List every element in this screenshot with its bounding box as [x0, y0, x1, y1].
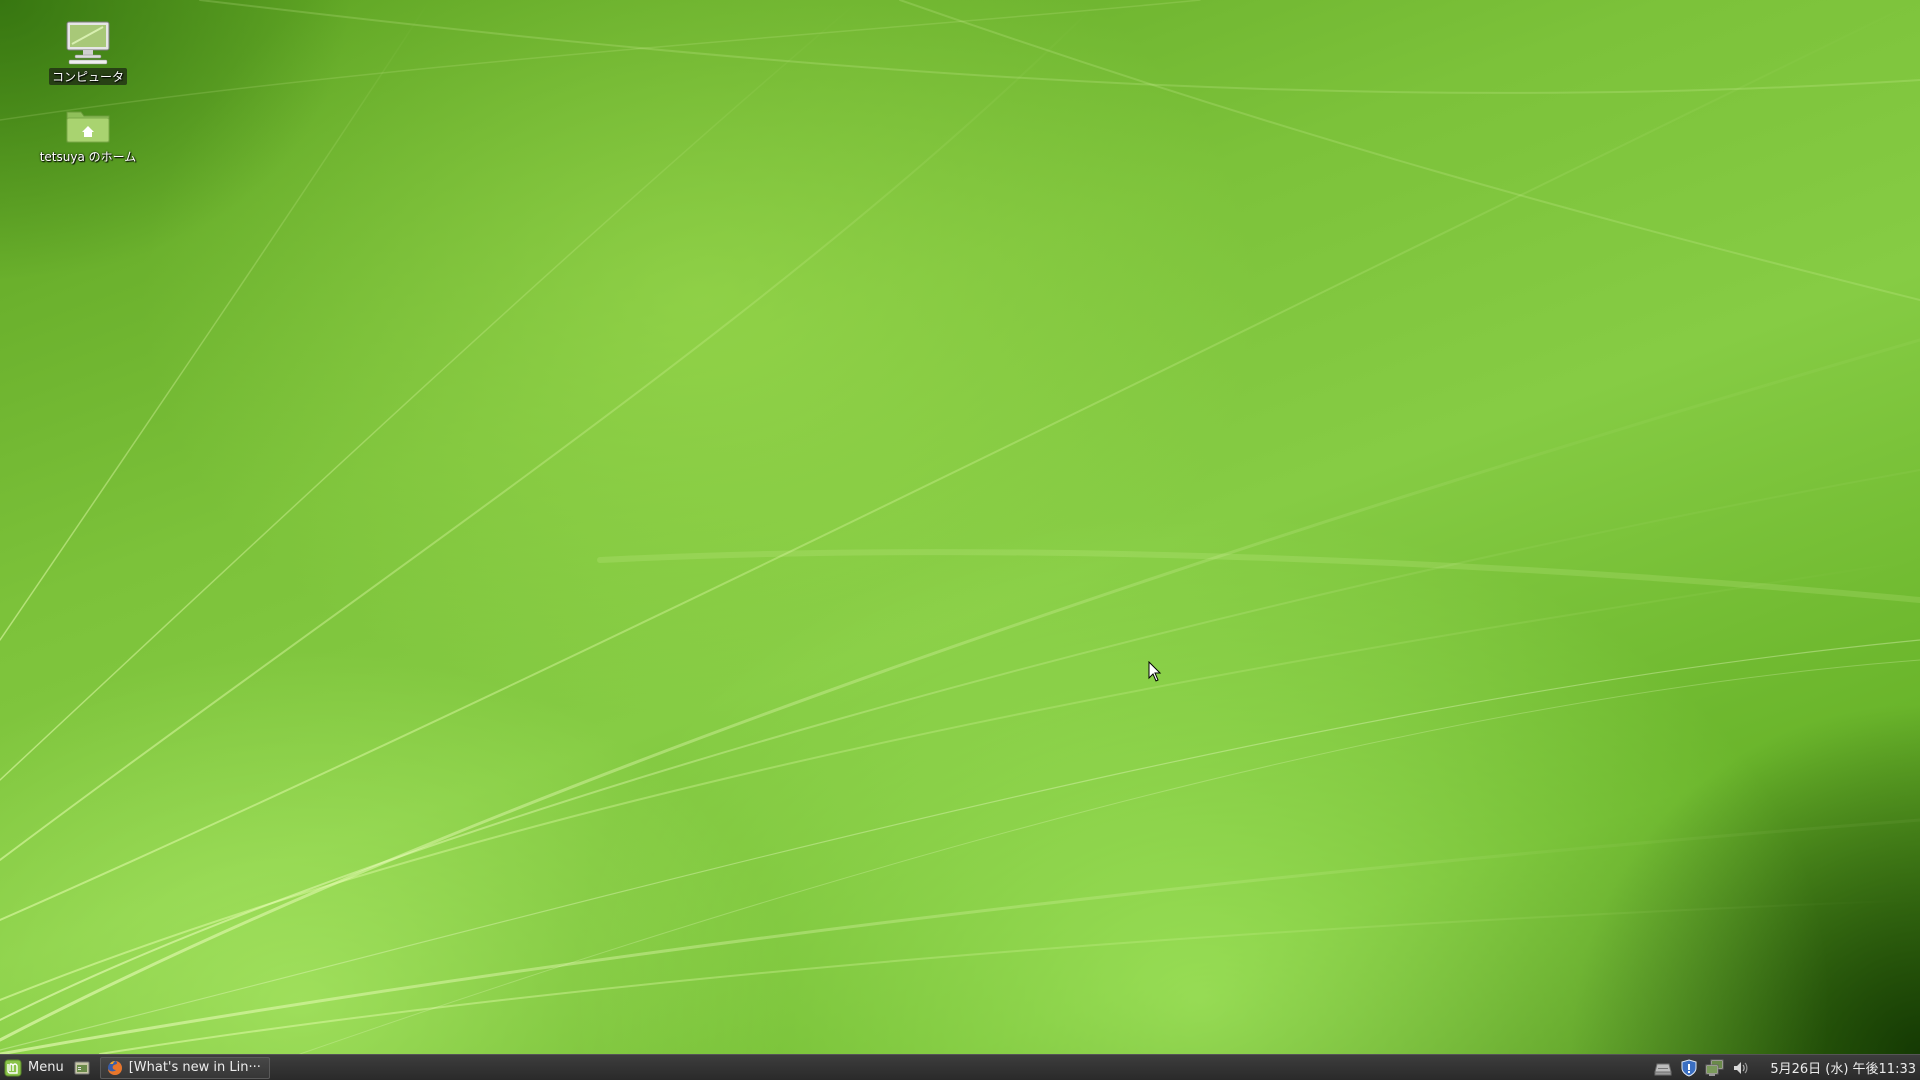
wallpaper	[0, 0, 1920, 1054]
desktop-icon-label: tetsuya のホーム	[39, 150, 137, 164]
mouse-cursor-icon	[1148, 661, 1162, 682]
home-folder-icon	[66, 111, 110, 143]
firefox-icon	[107, 1060, 122, 1075]
show-desktop-icon[interactable]	[74, 1060, 90, 1076]
linux-mint-logo-icon	[4, 1059, 22, 1076]
desktop-icon-home[interactable]: tetsuya のホーム	[33, 106, 143, 165]
desktop-icon-computer[interactable]: コンピュータ	[33, 20, 143, 85]
network-icon[interactable]	[1705, 1059, 1725, 1077]
menu-button[interactable]: Menu	[0, 1056, 70, 1080]
computer-icon	[66, 21, 110, 65]
update-shield-icon[interactable]	[1679, 1058, 1699, 1077]
network-drive-icon[interactable]	[1653, 1059, 1673, 1077]
desktop[interactable]: コンピュータ tetsuya のホーム	[0, 0, 1920, 1054]
taskbar: Menu [What's new in Lin··· 5月26日 (水) 午後1…	[0, 1054, 1920, 1080]
system-tray: 5月26日 (水) 午後11:33	[1650, 1055, 1920, 1081]
clock[interactable]: 5月26日 (水) 午後11:33	[1770, 1058, 1916, 1077]
taskbar-window-button[interactable]: [What's new in Lin···	[99, 1056, 270, 1079]
desktop-icon-label: コンピュータ	[48, 68, 127, 85]
taskbar-window-title: [What's new in Lin···	[128, 1060, 261, 1075]
volume-icon[interactable]	[1731, 1059, 1751, 1077]
menu-label: Menu	[28, 1060, 64, 1075]
